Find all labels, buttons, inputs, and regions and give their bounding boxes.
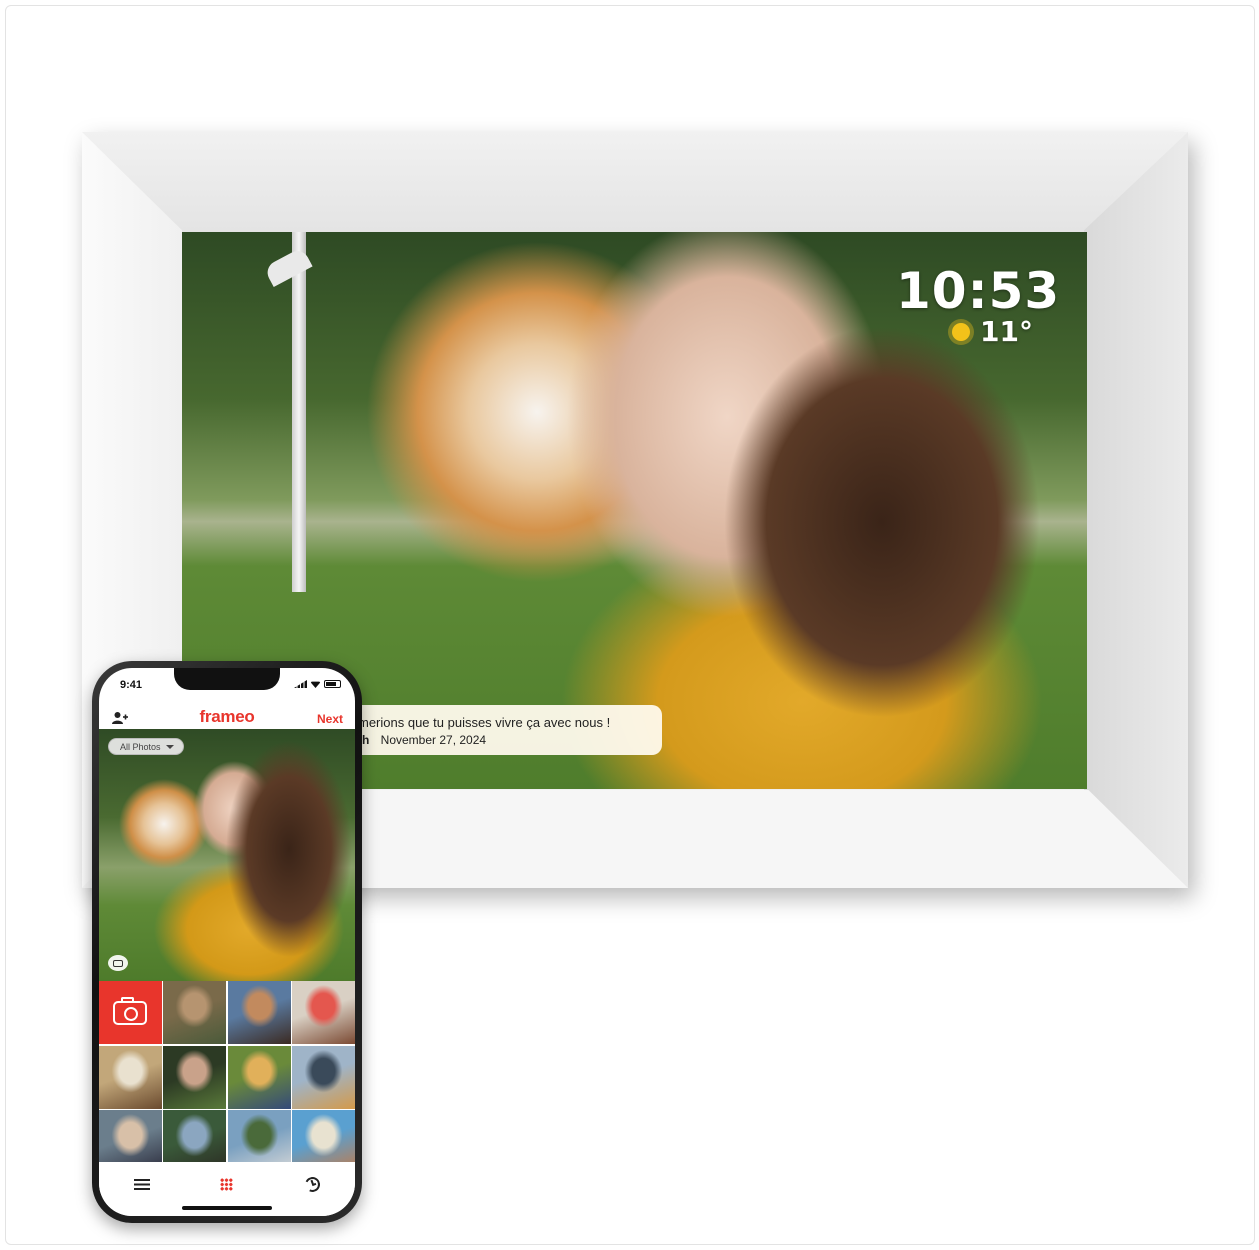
- photo-thumbnail[interactable]: [163, 1045, 227, 1109]
- chevron-down-icon: [165, 744, 174, 749]
- album-selector[interactable]: All Photos: [108, 738, 184, 755]
- history-icon: [302, 1174, 322, 1194]
- phone-notch: [174, 668, 280, 690]
- photo-thumbnail[interactable]: [292, 1045, 355, 1109]
- camera-button[interactable]: [99, 981, 162, 1044]
- caption-text: merions que tu puisses vivre ça avec nou…: [358, 715, 611, 730]
- weather-display: 11°: [952, 315, 1033, 348]
- caption-date: November 27, 2024: [380, 733, 487, 747]
- cellular-signal-icon: [294, 680, 307, 688]
- sun-icon: [952, 322, 970, 341]
- album-selector-label: All Photos: [120, 741, 161, 752]
- frame-bevel-right: [1084, 132, 1188, 888]
- photo-thumbnail[interactable]: [99, 1045, 162, 1109]
- status-icons: [294, 680, 341, 688]
- photo-thumbnail[interactable]: [227, 1045, 291, 1109]
- selected-photo-preview[interactable]: All Photos: [99, 729, 355, 981]
- grid-icon: [220, 1177, 234, 1191]
- lamp-post: [292, 232, 306, 592]
- photo-thumbnail[interactable]: [292, 981, 355, 1044]
- tab-history[interactable]: [292, 1169, 332, 1199]
- tab-menu[interactable]: [122, 1169, 162, 1199]
- wifi-icon: [310, 681, 321, 688]
- photo-thumbnail[interactable]: [227, 981, 291, 1044]
- smartphone: 9:41 frameo Next All Photos: [92, 661, 362, 1223]
- photo-grid: [99, 981, 355, 1173]
- home-indicator[interactable]: [182, 1206, 272, 1210]
- tab-gallery[interactable]: [207, 1169, 247, 1199]
- photo-caption: merions que tu puisses vivre ça avec nou…: [352, 705, 662, 755]
- multi-select-icon[interactable]: [108, 955, 128, 971]
- frame-bevel-top: [82, 132, 1188, 232]
- menu-icon: [133, 1178, 150, 1190]
- battery-icon: [324, 680, 341, 688]
- status-time: 9:41: [120, 679, 143, 691]
- camera-icon: [113, 996, 148, 1025]
- temperature: 11°: [980, 315, 1033, 348]
- next-button[interactable]: Next: [317, 712, 343, 726]
- photo-thumbnail[interactable]: [163, 981, 227, 1044]
- clock-display: 10:53: [896, 262, 1061, 320]
- phone-screen: 9:41 frameo Next All Photos: [99, 668, 355, 1216]
